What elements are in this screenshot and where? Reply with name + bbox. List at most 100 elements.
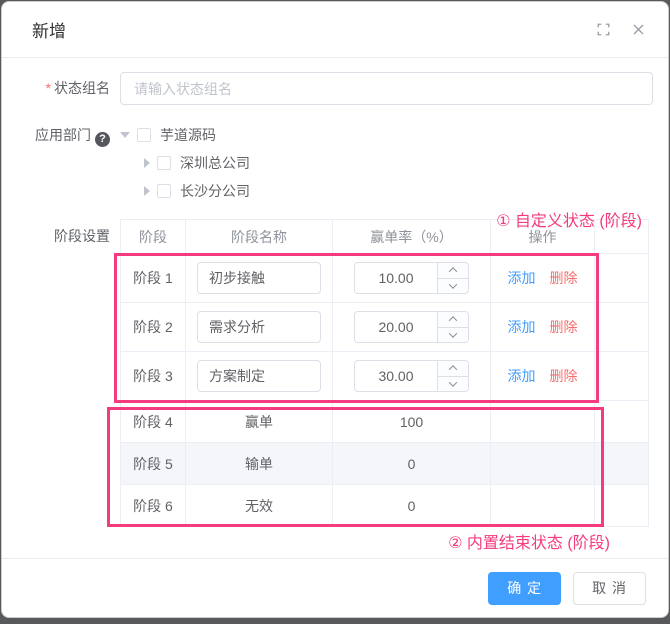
actions-cell-empty xyxy=(490,442,595,485)
stage-cell: 阶段 6 xyxy=(120,484,186,527)
add-link[interactable]: 添加 xyxy=(508,368,536,384)
decrease-button[interactable] xyxy=(438,376,468,391)
win-rate-stepper xyxy=(354,262,469,294)
required-asterisk: * xyxy=(45,80,51,96)
table-row-stage3: 阶段 3 方案制定 30.00 添加 删除 xyxy=(120,351,649,401)
col-header-name: 阶段名称 xyxy=(185,219,333,254)
confirm-button[interactable]: 确 定 xyxy=(488,571,562,605)
add-link[interactable]: 添加 xyxy=(508,319,536,335)
decrease-button[interactable] xyxy=(438,327,468,342)
increase-button[interactable] xyxy=(438,312,468,328)
stage-name-cell: 输单 xyxy=(185,442,333,485)
delete-link[interactable]: 删除 xyxy=(550,368,578,384)
gutter-cell xyxy=(594,253,649,303)
tree-node-label: 深圳总公司 xyxy=(180,155,250,171)
stepper-controls xyxy=(437,312,468,342)
stepper-controls xyxy=(437,361,468,391)
stages-row: 阶段设置 阶段 阶段名称 赢单率（%） 操作 阶段 1 初步接触 10.00 添… xyxy=(32,213,653,552)
department-tree: 芋道源码 深圳总公司 长沙分公司 xyxy=(120,121,250,205)
close-button[interactable] xyxy=(629,20,648,39)
table-row-stage2: 阶段 2 需求分析 20.00 添加 删除 xyxy=(120,302,649,352)
chevron-down-icon xyxy=(448,280,458,289)
gutter-cell xyxy=(594,351,649,401)
table-row-stage1: 阶段 1 初步接触 10.00 添加 删除 xyxy=(120,253,649,303)
caret-right-icon[interactable] xyxy=(144,186,150,196)
win-rate-input[interactable] xyxy=(355,312,437,342)
win-rate-cell xyxy=(332,253,491,303)
increase-button[interactable] xyxy=(438,263,468,279)
stage-name-cell: 赢单 xyxy=(185,400,333,443)
department-row: 应用部门? 芋道源码 深圳总公司 长沙分公司 xyxy=(32,121,653,205)
tree-node-shenzhen[interactable]: 深圳总公司 xyxy=(144,149,250,177)
stage-name-cell: 无效 xyxy=(185,484,333,527)
fullscreen-icon xyxy=(597,23,610,36)
dialog-header-icons xyxy=(594,20,648,39)
tree-checkbox[interactable] xyxy=(157,184,171,198)
chevron-down-icon xyxy=(448,378,458,387)
delete-link[interactable]: 删除 xyxy=(550,270,578,286)
win-rate-cell xyxy=(332,351,491,401)
tree-node-root[interactable]: 芋道源码 xyxy=(120,121,250,149)
chevron-up-icon xyxy=(448,365,458,374)
stage-name-input[interactable] xyxy=(197,311,321,343)
col-header-stage: 阶段 xyxy=(120,219,186,254)
win-rate-stepper xyxy=(354,360,469,392)
stage-cell: 阶段 5 xyxy=(120,442,186,485)
close-icon xyxy=(633,24,644,35)
stepper-controls xyxy=(437,263,468,293)
annotation-custom-states: ① 自定义状态 (阶段) xyxy=(496,213,642,230)
col-header-rate: 赢单率（%） xyxy=(332,219,491,254)
department-label: 应用部门? xyxy=(32,121,120,149)
win-rate-cell xyxy=(332,302,491,352)
stages-label: 阶段设置 xyxy=(54,228,110,244)
win-rate-input[interactable] xyxy=(355,361,437,391)
tree-checkbox[interactable] xyxy=(137,128,151,142)
stages-table-wrap: 阶段 阶段名称 赢单率（%） 操作 阶段 1 初步接触 10.00 添加 删除 … xyxy=(107,213,649,552)
chevron-up-icon xyxy=(448,316,458,325)
tree-checkbox[interactable] xyxy=(157,156,171,170)
actions-cell: 添加 删除 xyxy=(490,253,595,303)
win-rate-cell: 0 xyxy=(332,484,491,527)
stage-cell: 阶段 2 xyxy=(120,302,186,352)
caret-right-icon[interactable] xyxy=(144,158,150,168)
group-name-input[interactable] xyxy=(120,72,653,105)
caret-down-icon[interactable] xyxy=(120,132,130,138)
gutter-cell xyxy=(594,302,649,352)
stage-cell: 阶段 4 xyxy=(120,400,186,443)
increase-button[interactable] xyxy=(438,361,468,377)
group-name-row: * 状态组名 xyxy=(32,72,653,105)
dialog-body: *状态组名 应用部门? 芋道源码 深圳总公司 长沙分公司 xyxy=(2,58,668,558)
stage-cell: 阶段 3 xyxy=(120,351,186,401)
tree-node-changsha[interactable]: 长沙分公司 xyxy=(144,177,250,205)
dialog-footer: 确 定 取 消 xyxy=(2,558,668,617)
stages-table: 阶段 阶段名称 赢单率（%） 操作 阶段 1 初步接触 10.00 添加 删除 … xyxy=(120,219,649,527)
dialog-title: 新增 xyxy=(32,22,66,41)
stage-name-input[interactable] xyxy=(197,360,321,392)
tree-node-label: 芋道源码 xyxy=(160,127,216,143)
group-name-label: * 状态组名 xyxy=(45,80,110,96)
stage-name-cell xyxy=(185,351,333,401)
gutter-cell xyxy=(594,400,649,443)
actions-cell: 添加 删除 xyxy=(490,351,595,401)
win-rate-input[interactable] xyxy=(355,263,437,293)
gutter-cell xyxy=(594,442,649,485)
actions-cell-empty xyxy=(490,484,595,527)
actions-cell-empty xyxy=(490,400,595,443)
annotation-builtin-states: ② 内置结束状态 (阶段) xyxy=(448,535,610,552)
decrease-button[interactable] xyxy=(438,278,468,293)
table-row-stage6: 阶段 6 无效 0 xyxy=(120,484,649,527)
add-link[interactable]: 添加 xyxy=(508,270,536,286)
chevron-up-icon xyxy=(448,267,458,276)
win-rate-cell: 0 xyxy=(332,442,491,485)
fullscreen-button[interactable] xyxy=(594,20,613,39)
chevron-down-icon xyxy=(448,329,458,338)
stage-name-cell xyxy=(185,253,333,303)
tree-node-label: 长沙分公司 xyxy=(180,183,250,199)
delete-link[interactable]: 删除 xyxy=(550,319,578,335)
cancel-button[interactable]: 取 消 xyxy=(573,571,646,605)
stage-cell: 阶段 1 xyxy=(120,253,186,303)
stage-name-input[interactable] xyxy=(197,262,321,294)
help-icon: ? xyxy=(95,132,110,147)
win-rate-cell: 100 xyxy=(332,400,491,443)
table-row-stage5: 阶段 5 输单 0 xyxy=(120,442,649,485)
